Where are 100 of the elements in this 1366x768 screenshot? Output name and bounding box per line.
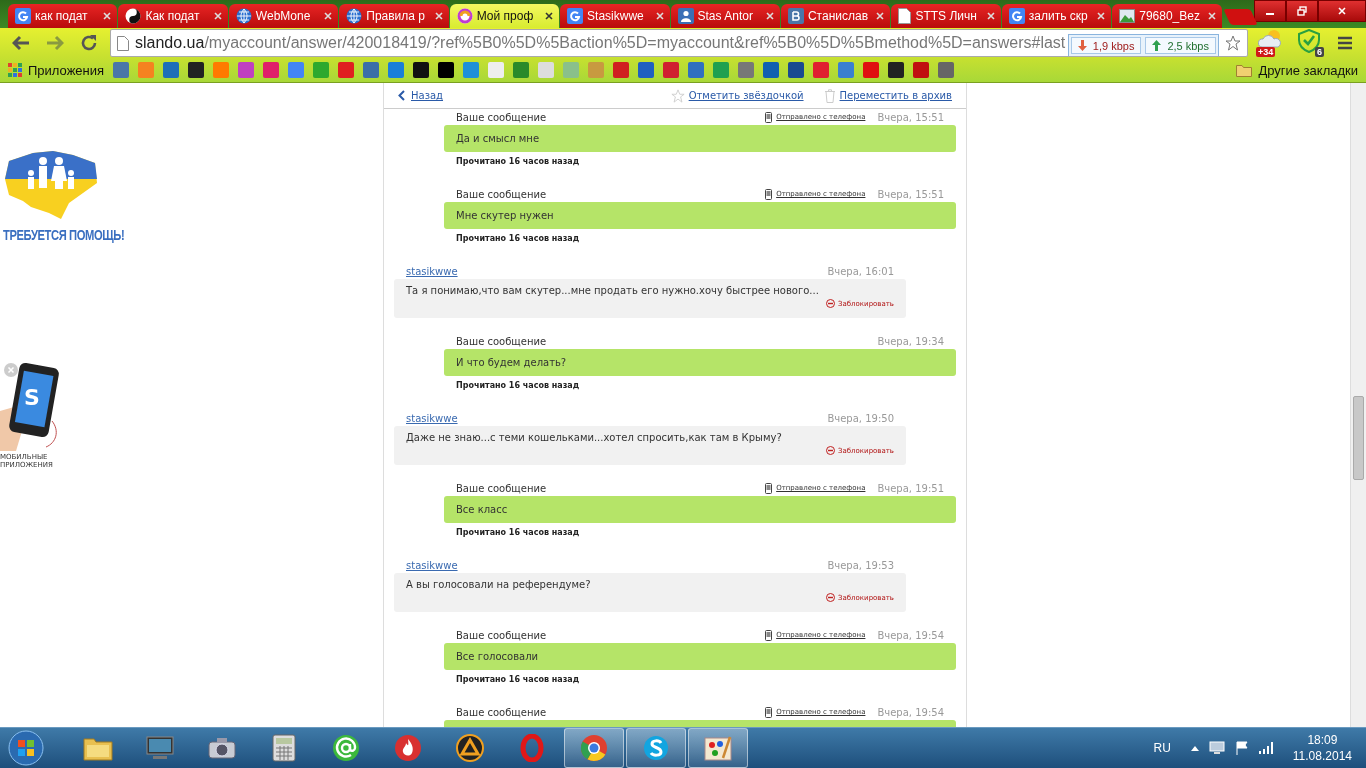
flame-icon[interactable] xyxy=(394,734,422,762)
hand-phone-drawing[interactable] xyxy=(0,361,60,451)
menu-icon xyxy=(1337,36,1353,50)
author-link[interactable]: stasikwwe xyxy=(406,412,458,424)
caret-up-icon[interactable] xyxy=(1190,745,1199,751)
bookmark-icon[interactable] xyxy=(438,62,455,78)
close-icon[interactable] xyxy=(544,11,555,21)
cloud-sun-icon[interactable] xyxy=(1258,29,1284,49)
browser-tab[interactable]: 79680_Bez xyxy=(1112,4,1222,28)
browser-tab[interactable]: Stasikwwe xyxy=(560,4,670,28)
yin-yang-icon xyxy=(125,8,142,24)
arrow-left-icon xyxy=(12,35,30,51)
read-receipt: Прочитано 16 часов назад xyxy=(455,380,581,392)
help-banner-caption[interactable]: ТРЕБУЕТСЯ ПОМОЩЬ! xyxy=(3,227,125,243)
message-text: Та я понимаю,что вам скутер...мне продать его нужно.хочу быстрее нового... xyxy=(406,285,820,296)
swirl-icon xyxy=(456,8,473,24)
browser-tab[interactable]: залить скр xyxy=(1001,4,1112,28)
at-sign-icon[interactable] xyxy=(332,734,360,762)
message-bubble: Все голосовали xyxy=(444,643,956,670)
message-bubble: Все класс xyxy=(444,496,956,523)
close-button[interactable] xyxy=(1318,0,1366,22)
message-text: А вы голосовали на референдуме? xyxy=(406,579,592,590)
globe-icon xyxy=(235,8,252,24)
page-icon xyxy=(117,35,129,51)
message-time: Вчера, 16:01 xyxy=(827,265,894,277)
taskbar-button[interactable] xyxy=(688,728,748,768)
other-bookmarks[interactable]: Другие закладки xyxy=(1236,62,1358,78)
bookmark-icon[interactable] xyxy=(788,62,805,78)
bookmark-icon[interactable] xyxy=(888,62,905,78)
monitor-icon[interactable] xyxy=(1208,741,1225,755)
browser-tab[interactable]: Stas Antor xyxy=(670,4,780,28)
message-text: Даже не знаю...с теми кошельками...хотел спросить,как там в Крыму? xyxy=(406,432,783,443)
g-letter-icon xyxy=(567,8,584,24)
taskbar-button[interactable] xyxy=(626,728,686,768)
palette-icon[interactable] xyxy=(703,734,733,762)
browser-tab[interactable]: Станислав xyxy=(780,4,891,28)
archive-link[interactable]: Переместить в архив xyxy=(823,88,952,103)
picture-icon xyxy=(1119,9,1136,23)
monitor-icon[interactable] xyxy=(145,735,175,761)
message-time: Вчера, 15:51 xyxy=(877,111,944,123)
browser-tab[interactable]: Правила р xyxy=(339,4,449,28)
download-speed: 1,9 kbps xyxy=(1092,39,1135,52)
message-time: Вчера, 19:34 xyxy=(877,335,944,347)
author-link[interactable]: stasikwwe xyxy=(406,559,458,571)
browser-tab[interactable]: Как подат xyxy=(118,4,228,28)
sender-label: Ваше сообщение xyxy=(456,188,547,200)
scrollbar-thumb[interactable] xyxy=(1353,396,1364,480)
arrow-up-icon xyxy=(1152,40,1162,51)
start-button[interactable] xyxy=(6,729,46,767)
browser-tab[interactable]: STTS Личн xyxy=(891,4,1001,28)
clock-button[interactable]: 18:09 11.08.2014 xyxy=(1284,731,1360,765)
taskbar-button[interactable] xyxy=(564,728,624,768)
sender-label: Ваше сообщение xyxy=(456,482,547,494)
clock-time: 18:09 xyxy=(1307,731,1338,748)
folder-icon[interactable] xyxy=(83,735,113,761)
sender-label: Ваше сообщение xyxy=(456,111,547,123)
weather-badge: +34 xyxy=(1256,47,1276,57)
speech-s-icon[interactable] xyxy=(642,734,670,762)
reload-icon xyxy=(80,34,98,52)
restore-button[interactable] xyxy=(1286,0,1318,22)
phone-icon xyxy=(765,706,773,718)
message-bubble: И что будем делать? xyxy=(444,349,956,376)
address-field[interactable]: slando.ua/myaccount/answer/420018419/?ref%5B0%5D%5Baction%5D=myaccount&ref%5B0%5D%5Bmethod%5D=answers#last 1,9 kbps 2,5 kbps xyxy=(110,29,1248,57)
bookmark-icon[interactable] xyxy=(413,62,430,78)
restore-icon xyxy=(1297,6,1307,16)
language-indicator[interactable]: RU xyxy=(1153,741,1171,755)
signal-bars-icon[interactable] xyxy=(1258,742,1275,754)
browser-tab[interactable]: Мой проф xyxy=(449,4,560,28)
browser-tab[interactable]: WebMone xyxy=(228,4,339,28)
scrollbar[interactable] xyxy=(1350,83,1366,727)
chrome-icon[interactable] xyxy=(580,734,608,762)
minimize-button[interactable] xyxy=(1254,0,1286,22)
apps-bookmark[interactable]: Приложения xyxy=(8,62,105,78)
close-icon xyxy=(1337,6,1347,16)
phone-icon xyxy=(765,188,773,200)
browser-tab[interactable]: как подат xyxy=(8,4,118,28)
chevron-left-icon xyxy=(398,90,405,101)
globe-icon xyxy=(346,8,363,24)
message-time: Вчера, 19:54 xyxy=(877,629,944,641)
star-icon[interactable] xyxy=(1225,35,1241,51)
shield-check-icon[interactable] xyxy=(1298,29,1320,53)
message-bubble: Мне скутер нужен xyxy=(444,202,956,229)
message-time: Вчера, 19:54 xyxy=(877,706,944,718)
back-link[interactable]: Назад xyxy=(398,90,443,101)
arrow-right-icon xyxy=(46,35,64,51)
flag-icon[interactable] xyxy=(1234,741,1249,755)
trash-can-icon xyxy=(823,88,836,103)
bookmark-icon[interactable] xyxy=(188,62,205,78)
camera-icon[interactable] xyxy=(207,735,237,761)
phone-icon xyxy=(765,482,773,494)
star-link[interactable]: Отметить звёздочкой xyxy=(670,88,804,103)
no-entry-icon xyxy=(826,593,835,602)
upload-speed: 2,5 kbps xyxy=(1167,39,1209,52)
calculator-icon[interactable] xyxy=(272,734,296,762)
page-icon xyxy=(898,8,912,24)
sender-label: Ваше сообщение xyxy=(456,706,547,718)
author-link[interactable]: stasikwwe xyxy=(406,265,458,277)
arrow-down-icon xyxy=(1077,40,1087,51)
clock-date: 11.08.2014 xyxy=(1292,748,1352,765)
star-icon xyxy=(670,88,685,103)
